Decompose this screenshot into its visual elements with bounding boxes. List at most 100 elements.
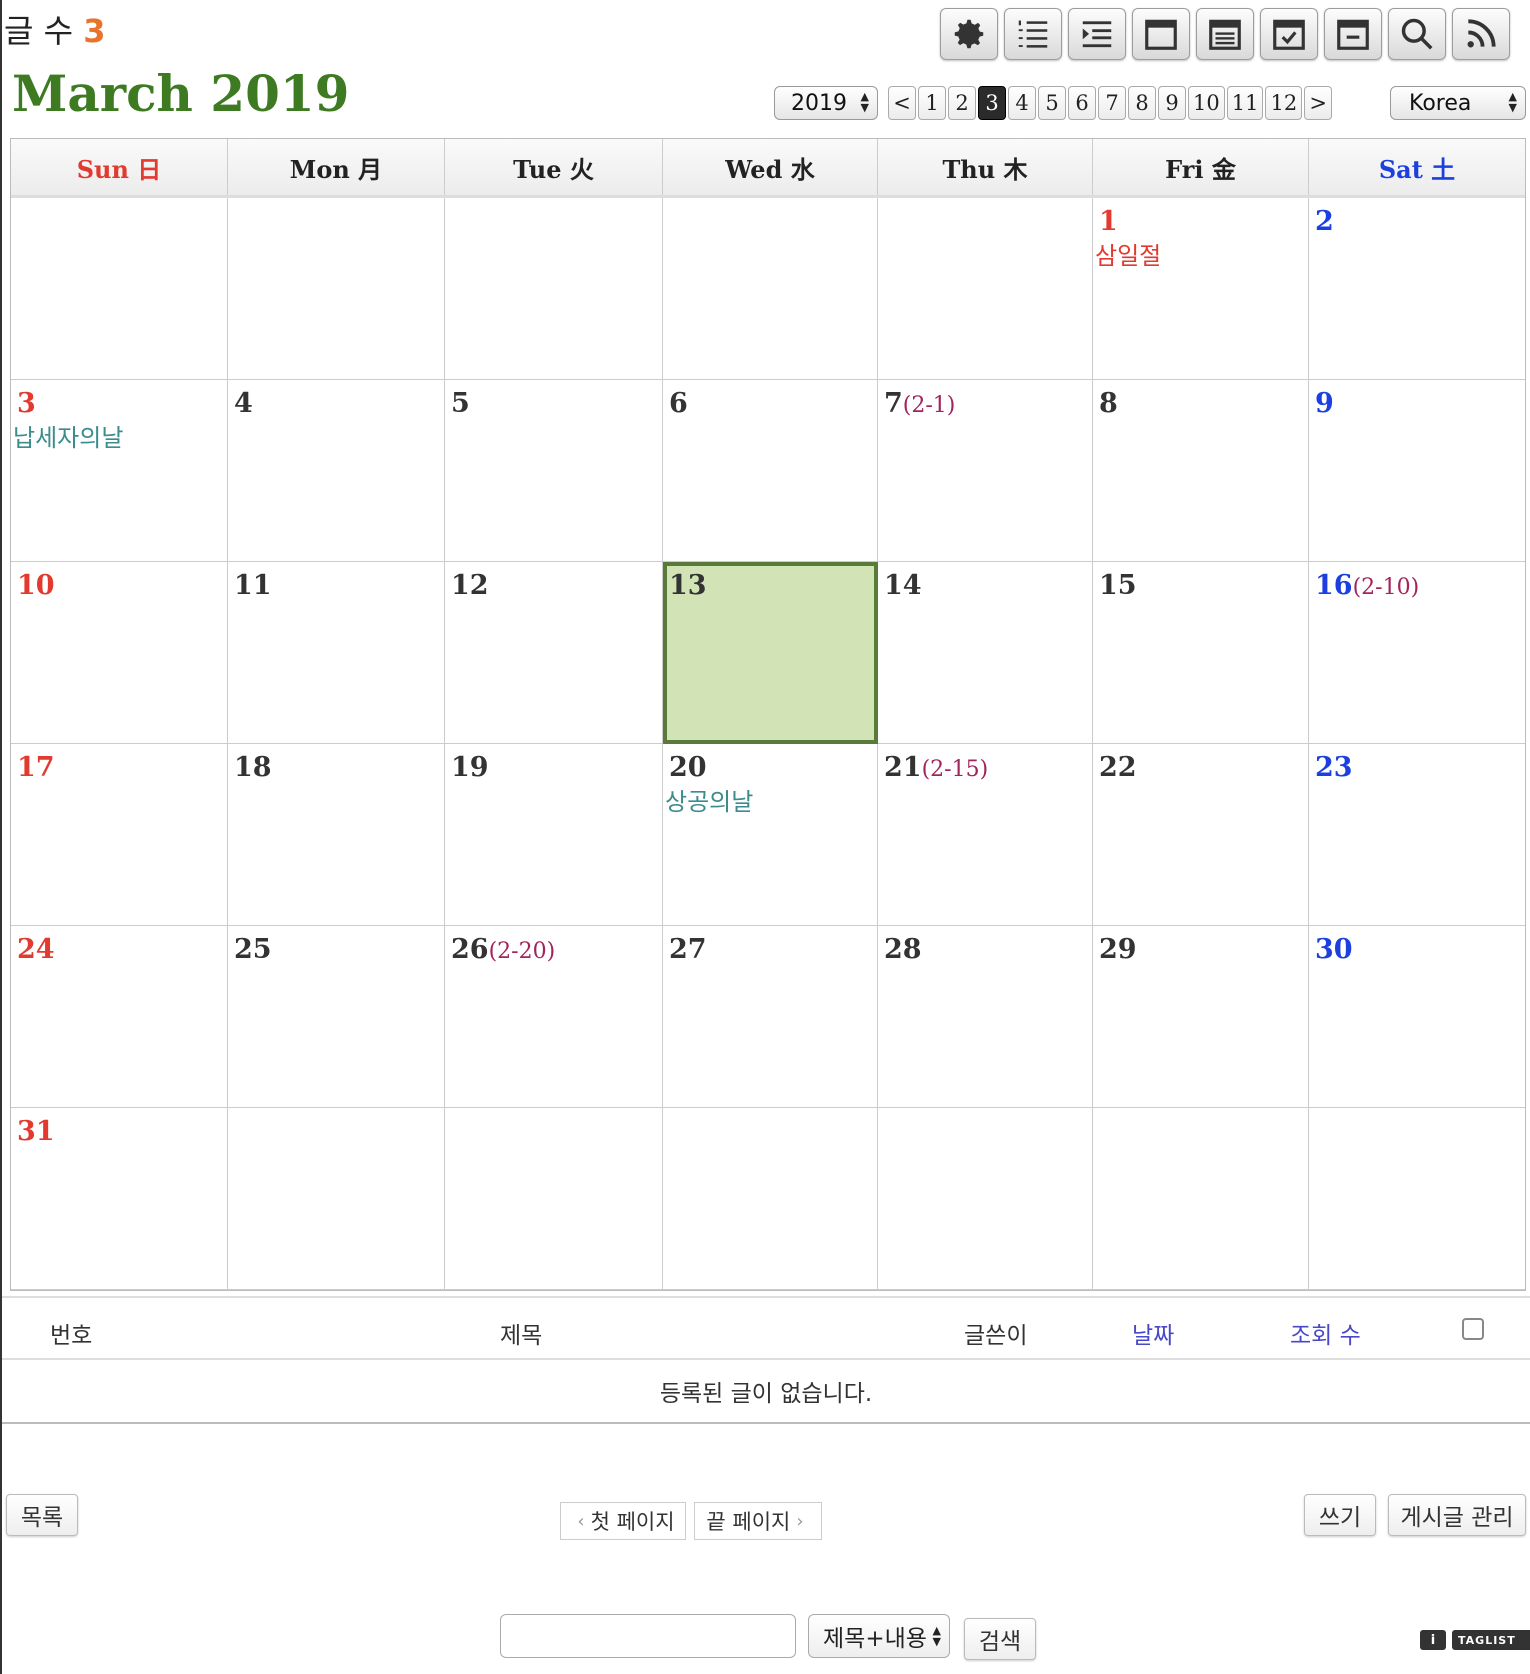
calendar-cell[interactable]: 8 (1093, 380, 1309, 562)
calendar-cell[interactable]: 27 (663, 926, 878, 1108)
calendar-cell[interactable]: 4 (228, 380, 445, 562)
day-number: 18 (234, 752, 272, 783)
calendar-cell[interactable]: 12 (445, 562, 663, 744)
column-views-sort[interactable]: 조회 수 (1290, 1316, 1361, 1350)
calendar-cell[interactable]: 19 (445, 744, 663, 926)
numbered-list-button[interactable] (1004, 8, 1062, 60)
info-badge[interactable]: i (1420, 1630, 1446, 1650)
search-scope-value: 제목+내용 (823, 1626, 927, 1652)
month-button-5[interactable]: 5 (1038, 86, 1066, 120)
search-scope-select[interactable]: 제목+내용 ▲ ▼ (808, 1614, 950, 1658)
month-button-2[interactable]: 2 (948, 86, 976, 120)
day-number: 2 (1315, 206, 1334, 237)
taglist-badge[interactable]: TAGLIST (1452, 1630, 1530, 1650)
calendar-cell[interactable]: 5 (445, 380, 663, 562)
search-button-top[interactable] (1388, 8, 1446, 60)
month-button-6[interactable]: 6 (1068, 86, 1096, 120)
calendar-cell[interactable]: 22 (1093, 744, 1309, 926)
calendar-cell[interactable]: 1 삼일절 (1093, 198, 1309, 380)
calendar-cell[interactable]: 7(2-1) (878, 380, 1093, 562)
calendar-cell[interactable]: 16(2-10) (1309, 562, 1525, 744)
search-icon (1401, 18, 1433, 50)
manage-posts-button[interactable]: 게시글 관리 (1388, 1494, 1526, 1536)
search-button[interactable]: 검색 (964, 1618, 1036, 1660)
prev-month-button[interactable]: < (888, 86, 916, 120)
calendar-cell[interactable]: 31 (11, 1108, 228, 1290)
month-button-9[interactable]: 9 (1158, 86, 1186, 120)
calendar-cell[interactable]: 15 (1093, 562, 1309, 744)
calendar-cell[interactable]: 26(2-20) (445, 926, 663, 1108)
calendar-cell[interactable]: 10 (11, 562, 228, 744)
calendar-cell[interactable]: 11 (228, 562, 445, 744)
indent-list-button[interactable] (1068, 8, 1126, 60)
commemoration-label: 상공의날 (665, 788, 754, 816)
calendar-cell[interactable]: 17 (11, 744, 228, 926)
day-number: 31 (17, 1116, 55, 1147)
month-button-11[interactable]: 11 (1226, 86, 1264, 120)
list-view-button[interactable] (1196, 8, 1254, 60)
first-page-label: 첫 페이지 (590, 1510, 675, 1534)
day-number: 7(2-1) (884, 388, 956, 419)
first-page-button[interactable]: ‹ 첫 페이지 (560, 1502, 686, 1540)
lunar-date: (2-15) (921, 757, 989, 782)
settings-button[interactable] (940, 8, 998, 60)
last-page-button[interactable]: 끝 페이지 › (694, 1502, 822, 1540)
calendar: Sun 日 Mon 月 Tue 火 Wed 水 Thu 木 Fri 金 Sat 土 1 삼일절… (10, 138, 1526, 1291)
post-count-number: 3 (83, 12, 106, 50)
month-button-7[interactable]: 7 (1098, 86, 1126, 120)
calendar-cell[interactable]: 29 (1093, 926, 1309, 1108)
column-date-sort[interactable]: 날짜 (1132, 1316, 1174, 1350)
calendar-cell-today[interactable]: 13 (663, 562, 878, 744)
day-number: 13 (669, 570, 707, 601)
calendar-cell (445, 1108, 663, 1290)
chevron-left-icon: ‹ (577, 1510, 585, 1532)
month-view-button[interactable] (1132, 8, 1190, 60)
check-calendar-icon (1273, 19, 1305, 50)
day-number: 30 (1315, 934, 1353, 965)
calendar-cell[interactable]: 28 (878, 926, 1093, 1108)
numbered-list-icon (1018, 20, 1048, 48)
calendar-cell[interactable]: 2 (1309, 198, 1525, 380)
calendar-cell[interactable]: 30 (1309, 926, 1525, 1108)
calendar-cell[interactable]: 20 상공의날 (663, 744, 878, 926)
week-view-button[interactable] (1260, 8, 1318, 60)
calendar-cell[interactable]: 9 (1309, 380, 1525, 562)
rss-button[interactable] (1452, 8, 1510, 60)
month-nav: <1 2 3 4 5 6 7 8 9 10 11 12 > (888, 86, 1333, 120)
calendar-cell[interactable]: 25 (228, 926, 445, 1108)
calendar-cell (228, 198, 445, 380)
calendar-cell (878, 1108, 1093, 1290)
day-number: 3 (17, 388, 36, 419)
select-all-checkbox[interactable] (1462, 1318, 1484, 1340)
year-select[interactable]: 2019 ▲ ▼ (774, 86, 878, 120)
day-view-button[interactable] (1324, 8, 1382, 60)
calendar-cell[interactable]: 21(2-15) (878, 744, 1093, 926)
write-button[interactable]: 쓰기 (1304, 1494, 1376, 1536)
calendar-cell (1309, 1108, 1525, 1290)
calendar-cell[interactable]: 14 (878, 562, 1093, 744)
month-button-4[interactable]: 4 (1008, 86, 1036, 120)
list-button[interactable]: 목록 (6, 1494, 78, 1536)
country-select-value: Korea (1409, 90, 1472, 116)
calendar-grid: 1 삼일절 2 3 납세자의날 4 5 6 7(2-1) 8 9 10 11 12 13 14 15 16(2-1… (11, 198, 1525, 1290)
calendar-cell[interactable]: 24 (11, 926, 228, 1108)
month-button-8[interactable]: 8 (1128, 86, 1156, 120)
search-input[interactable] (500, 1614, 796, 1658)
country-select[interactable]: Korea ▲ ▼ (1390, 86, 1526, 120)
weekday-header-0: Sun 日 (11, 139, 228, 195)
minus-calendar-icon (1337, 19, 1369, 50)
select-arrows-icon: ▲ ▼ (932, 1624, 941, 1648)
calendar-cell[interactable]: 18 (228, 744, 445, 926)
month-button-10[interactable]: 10 (1188, 86, 1225, 120)
toolbar (940, 8, 1510, 60)
month-button-12[interactable]: 12 (1265, 86, 1303, 120)
month-button-1[interactable]: 1 (918, 86, 946, 120)
calendar-cell[interactable]: 23 (1309, 744, 1525, 926)
calendar-cell[interactable]: 3 납세자의날 (11, 380, 228, 562)
next-month-button[interactable]: > (1304, 86, 1333, 120)
calendar-cell[interactable]: 6 (663, 380, 878, 562)
column-title: 제목 (500, 1323, 543, 1349)
month-button-3[interactable]: 3 (978, 86, 1006, 120)
day-number: 1 (1099, 206, 1118, 237)
day-number: 25 (234, 934, 272, 965)
